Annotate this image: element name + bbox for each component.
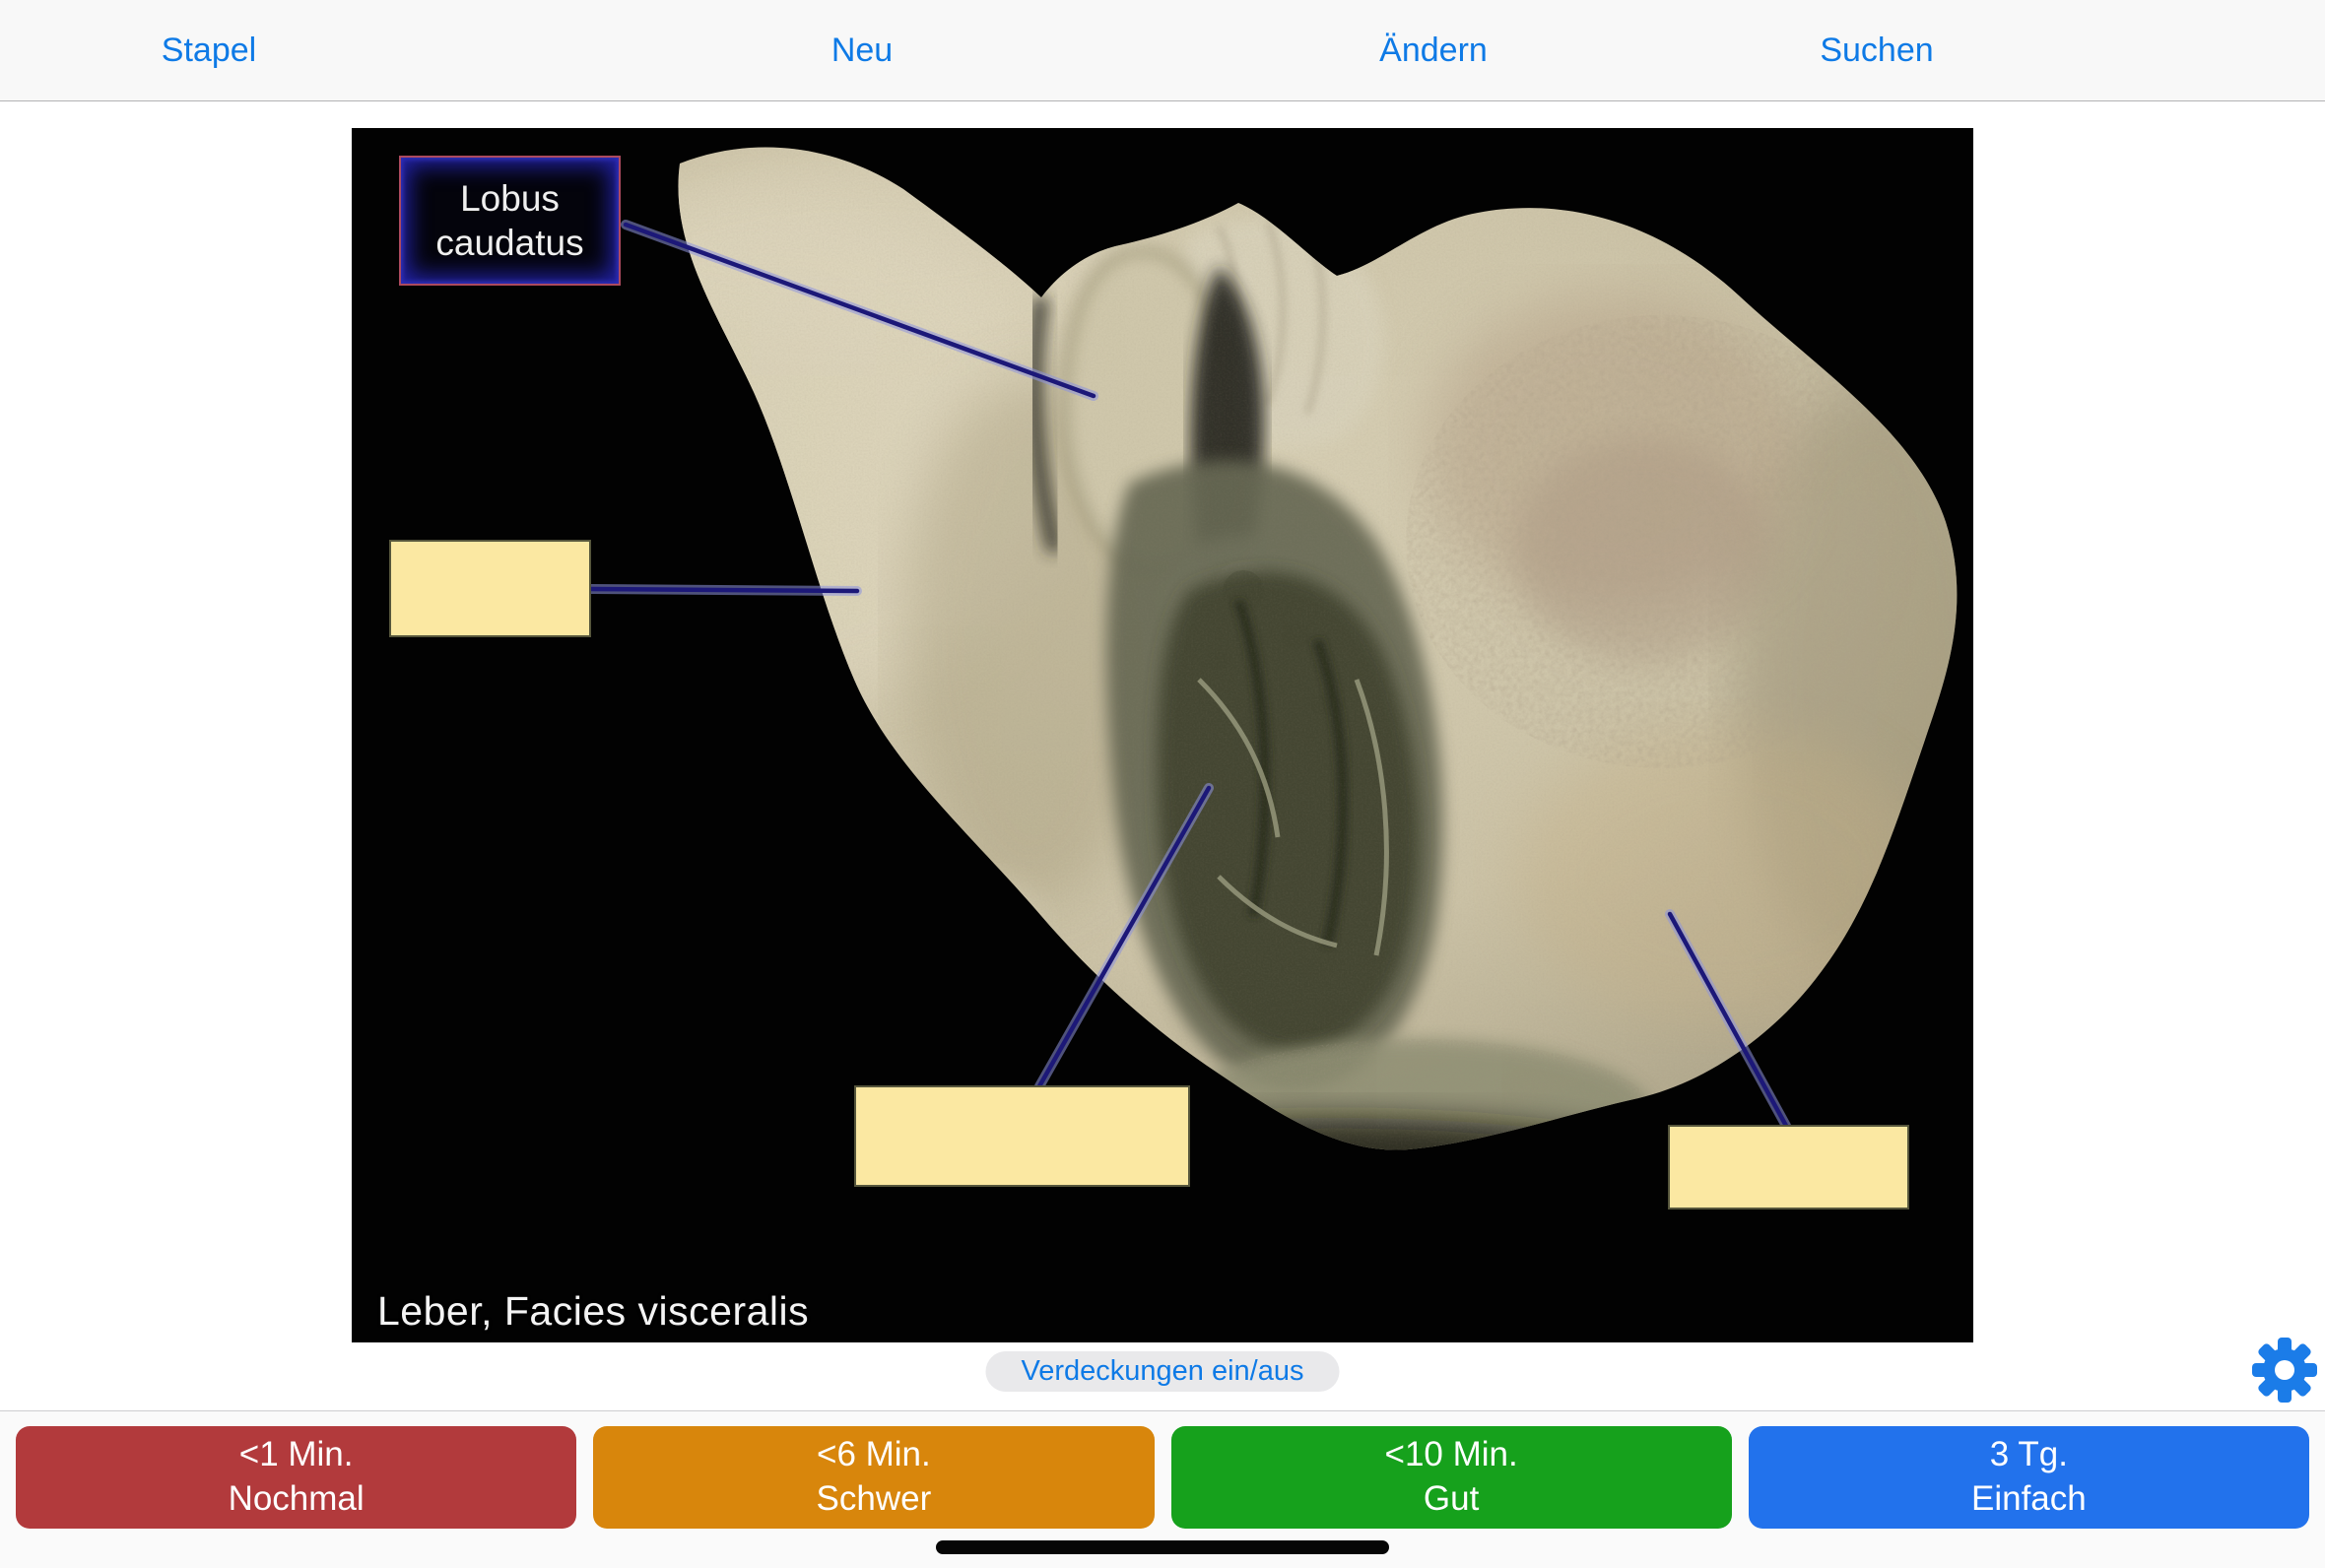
anatomy-label-box: Lobus caudatus (399, 156, 621, 286)
answer-again-button[interactable]: <1 Min. Nochmal (16, 1426, 576, 1529)
toolbar-item-stapel[interactable]: Stapel (162, 0, 256, 100)
home-indicator (936, 1540, 1389, 1554)
answer-action-label: Schwer (817, 1477, 932, 1522)
anatomy-label-text: Lobus caudatus (401, 176, 619, 265)
answer-time-label: 3 Tg. (1990, 1433, 2068, 1477)
gear-icon[interactable] (2252, 1338, 2317, 1403)
answer-action-label: Einfach (1971, 1477, 2087, 1522)
answer-bar-divider (0, 1410, 2325, 1411)
image-caption: Leber, Facies visceralis (377, 1288, 809, 1335)
occlusion-mask[interactable] (854, 1085, 1190, 1187)
toolbar-item-neu[interactable]: Neu (831, 0, 893, 100)
card-image: Lobus caudatus Leber, Facies visceralis (352, 128, 1973, 1342)
answer-action-label: Gut (1424, 1477, 1479, 1522)
toolbar-item-aendern[interactable]: Ändern (1379, 0, 1488, 100)
answer-action-label: Nochmal (229, 1477, 365, 1522)
occlusion-mask[interactable] (389, 540, 591, 637)
answer-time-label: <6 Min. (817, 1433, 931, 1477)
answer-hard-button[interactable]: <6 Min. Schwer (593, 1426, 1154, 1529)
answer-buttons-row: <1 Min. Nochmal <6 Min. Schwer <10 Min. … (0, 1426, 2325, 1529)
occlusion-mask[interactable] (1668, 1125, 1909, 1209)
toggle-occlusions-button[interactable]: Verdeckungen ein/aus (986, 1351, 1340, 1392)
answer-time-label: <1 Min. (239, 1433, 354, 1477)
toolbar-item-suchen[interactable]: Suchen (1820, 0, 1933, 100)
answer-time-label: <10 Min. (1385, 1433, 1518, 1477)
top-toolbar: Stapel Neu Ändern Suchen (0, 0, 2325, 101)
answer-easy-button[interactable]: 3 Tg. Einfach (1749, 1426, 2309, 1529)
answer-good-button[interactable]: <10 Min. Gut (1171, 1426, 1732, 1529)
